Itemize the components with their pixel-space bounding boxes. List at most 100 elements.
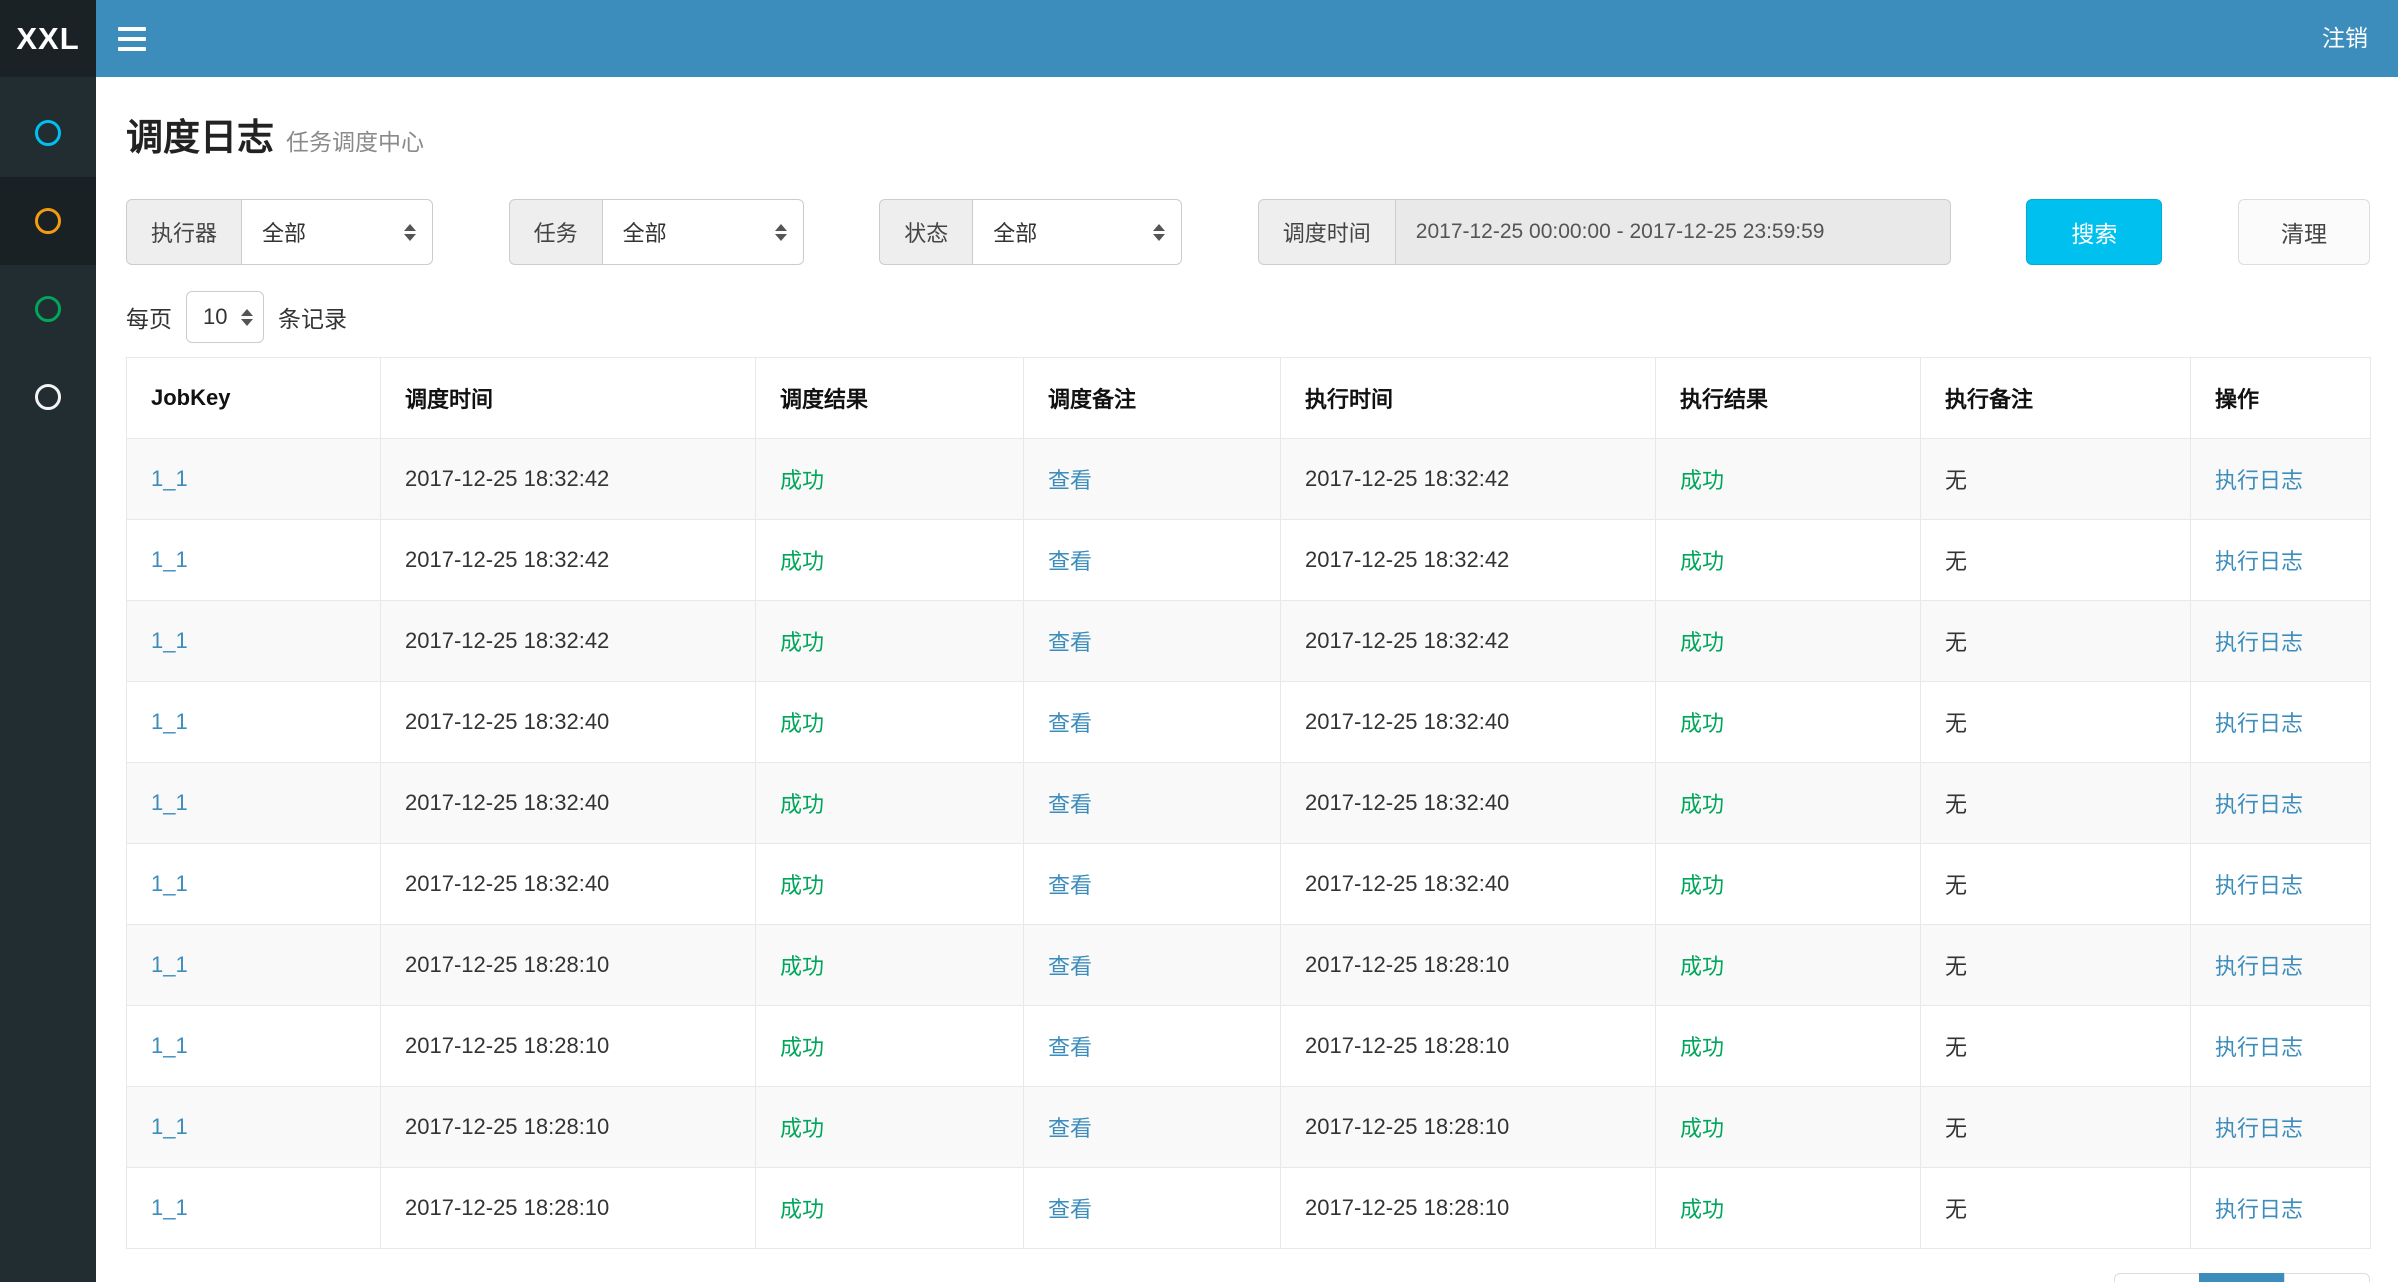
exec-log-link[interactable]: 执行日志 bbox=[2215, 468, 2303, 493]
trigger-msg-link[interactable]: 查看 bbox=[1048, 549, 1092, 574]
handle-result-cell: 成功 bbox=[1656, 1087, 1921, 1168]
handle-msg-cell: 无 bbox=[1921, 1168, 2191, 1249]
action-cell: 执行日志 bbox=[2191, 520, 2371, 601]
handle-result-cell: 成功 bbox=[1656, 439, 1921, 520]
table-row: 1_1 2017-12-25 18:32:42 成功 查看 2017-12-25… bbox=[127, 520, 2371, 601]
action-cell: 执行日志 bbox=[2191, 682, 2371, 763]
exec-log-link[interactable]: 执行日志 bbox=[2215, 954, 2303, 979]
sidebar-item-2[interactable] bbox=[0, 177, 96, 265]
app-logo[interactable]: XXL bbox=[0, 0, 96, 77]
trigger-msg-cell: 查看 bbox=[1024, 1168, 1281, 1249]
jobkey-cell: 1_1 bbox=[127, 682, 381, 763]
exec-log-link[interactable]: 执行日志 bbox=[2215, 711, 2303, 736]
select-arrows-icon bbox=[404, 224, 416, 241]
handle-time-cell: 2017-12-25 18:32:40 bbox=[1281, 763, 1656, 844]
jobkey-link[interactable]: 1_1 bbox=[151, 790, 188, 815]
handle-time-cell: 2017-12-25 18:28:10 bbox=[1281, 1006, 1656, 1087]
handle-time-cell: 2017-12-25 18:32:40 bbox=[1281, 844, 1656, 925]
trigger-time-range-input[interactable] bbox=[1395, 199, 1951, 265]
trigger-time-cell: 2017-12-25 18:32:40 bbox=[381, 682, 756, 763]
current-page-button[interactable]: 1 bbox=[2199, 1273, 2285, 1282]
executor-filter-group: 执行器 全部 bbox=[126, 199, 433, 265]
trigger-msg-link[interactable]: 查看 bbox=[1048, 630, 1092, 655]
jobkey-link[interactable]: 1_1 bbox=[151, 466, 188, 491]
trigger-msg-link[interactable]: 查看 bbox=[1048, 1197, 1092, 1222]
select-arrows-icon bbox=[1153, 224, 1165, 241]
sidebar-item-3[interactable] bbox=[0, 265, 96, 353]
table-footer: 第 1 页 ( 总共 1 页， 10 条记录 ) 上页 1 下页 bbox=[126, 1273, 2370, 1282]
jobkey-link[interactable]: 1_1 bbox=[151, 1195, 188, 1220]
trigger-msg-link[interactable]: 查看 bbox=[1048, 468, 1092, 493]
hamburger-icon bbox=[118, 27, 146, 31]
jobkey-link[interactable]: 1_1 bbox=[151, 1033, 188, 1058]
trigger-msg-link[interactable]: 查看 bbox=[1048, 1116, 1092, 1141]
sidebar-toggle-button[interactable] bbox=[96, 0, 168, 77]
trigger-msg-link[interactable]: 查看 bbox=[1048, 711, 1092, 736]
jobkey-cell: 1_1 bbox=[127, 844, 381, 925]
exec-log-link[interactable]: 执行日志 bbox=[2215, 1116, 2303, 1141]
trigger-msg-link[interactable]: 查看 bbox=[1048, 1035, 1092, 1060]
executor-select[interactable]: 全部 bbox=[241, 199, 433, 265]
trigger-time-cell: 2017-12-25 18:28:10 bbox=[381, 1006, 756, 1087]
jobkey-link[interactable]: 1_1 bbox=[151, 628, 188, 653]
table-row: 1_1 2017-12-25 18:32:40 成功 查看 2017-12-25… bbox=[127, 682, 2371, 763]
handle-time-cell: 2017-12-25 18:32:40 bbox=[1281, 682, 1656, 763]
trigger-msg-cell: 查看 bbox=[1024, 439, 1281, 520]
trigger-time-filter-group: 调度时间 bbox=[1258, 199, 1951, 265]
exec-log-link[interactable]: 执行日志 bbox=[2215, 792, 2303, 817]
col-header-trigger-msg: 调度备注 bbox=[1024, 358, 1281, 439]
jobkey-link[interactable]: 1_1 bbox=[151, 709, 188, 734]
next-page-button[interactable]: 下页 bbox=[2284, 1273, 2370, 1282]
page-size-prefix: 每页 bbox=[126, 300, 172, 334]
circle-icon bbox=[35, 384, 61, 410]
handle-time-cell: 2017-12-25 18:32:42 bbox=[1281, 520, 1656, 601]
trigger-result-cell: 成功 bbox=[756, 1087, 1024, 1168]
sidebar-item-1[interactable] bbox=[0, 89, 96, 177]
search-button[interactable]: 搜索 bbox=[2026, 199, 2162, 265]
trigger-msg-link[interactable]: 查看 bbox=[1048, 792, 1092, 817]
jobkey-link[interactable]: 1_1 bbox=[151, 871, 188, 896]
jobkey-link[interactable]: 1_1 bbox=[151, 952, 188, 977]
exec-log-link[interactable]: 执行日志 bbox=[2215, 549, 2303, 574]
job-select[interactable]: 全部 bbox=[602, 199, 804, 265]
exec-log-link[interactable]: 执行日志 bbox=[2215, 630, 2303, 655]
trigger-msg-cell: 查看 bbox=[1024, 682, 1281, 763]
handle-msg-cell: 无 bbox=[1921, 520, 2191, 601]
job-filter-label: 任务 bbox=[509, 199, 602, 265]
page-size-select[interactable]: 10 bbox=[186, 291, 264, 343]
jobkey-link[interactable]: 1_1 bbox=[151, 547, 188, 572]
handle-msg-cell: 无 bbox=[1921, 925, 2191, 1006]
clear-button[interactable]: 清理 bbox=[2238, 199, 2370, 265]
exec-log-link[interactable]: 执行日志 bbox=[2215, 873, 2303, 898]
trigger-result-cell: 成功 bbox=[756, 601, 1024, 682]
trigger-msg-cell: 查看 bbox=[1024, 1087, 1281, 1168]
status-filter-group: 状态 全部 bbox=[879, 199, 1182, 265]
sidebar-item-4[interactable] bbox=[0, 353, 96, 441]
trigger-msg-link[interactable]: 查看 bbox=[1048, 954, 1092, 979]
circle-icon bbox=[35, 120, 61, 146]
jobkey-link[interactable]: 1_1 bbox=[151, 1114, 188, 1139]
prev-page-button[interactable]: 上页 bbox=[2114, 1273, 2200, 1282]
trigger-time-cell: 2017-12-25 18:28:10 bbox=[381, 925, 756, 1006]
trigger-msg-cell: 查看 bbox=[1024, 601, 1281, 682]
sidebar bbox=[0, 77, 96, 1282]
table-row: 1_1 2017-12-25 18:32:40 成功 查看 2017-12-25… bbox=[127, 844, 2371, 925]
page-size-row: 每页 10 条记录 bbox=[126, 291, 2370, 343]
trigger-msg-link[interactable]: 查看 bbox=[1048, 873, 1092, 898]
exec-log-link[interactable]: 执行日志 bbox=[2215, 1197, 2303, 1222]
navbar-main: 注销 bbox=[96, 0, 2398, 77]
exec-log-link[interactable]: 执行日志 bbox=[2215, 1035, 2303, 1060]
trigger-msg-cell: 查看 bbox=[1024, 520, 1281, 601]
trigger-result-cell: 成功 bbox=[756, 439, 1024, 520]
trigger-result-cell: 成功 bbox=[756, 763, 1024, 844]
page-title: 调度日志 bbox=[126, 107, 274, 161]
table-row: 1_1 2017-12-25 18:28:10 成功 查看 2017-12-25… bbox=[127, 925, 2371, 1006]
handle-msg-cell: 无 bbox=[1921, 844, 2191, 925]
logout-link[interactable]: 注销 bbox=[2292, 0, 2398, 77]
handle-msg-cell: 无 bbox=[1921, 601, 2191, 682]
handle-result-cell: 成功 bbox=[1656, 763, 1921, 844]
status-select[interactable]: 全部 bbox=[972, 199, 1182, 265]
handle-msg-cell: 无 bbox=[1921, 1087, 2191, 1168]
log-table: JobKey 调度时间 调度结果 调度备注 执行时间 执行结果 执行备注 操作 … bbox=[126, 357, 2371, 1249]
executor-select-value: 全部 bbox=[262, 216, 306, 248]
